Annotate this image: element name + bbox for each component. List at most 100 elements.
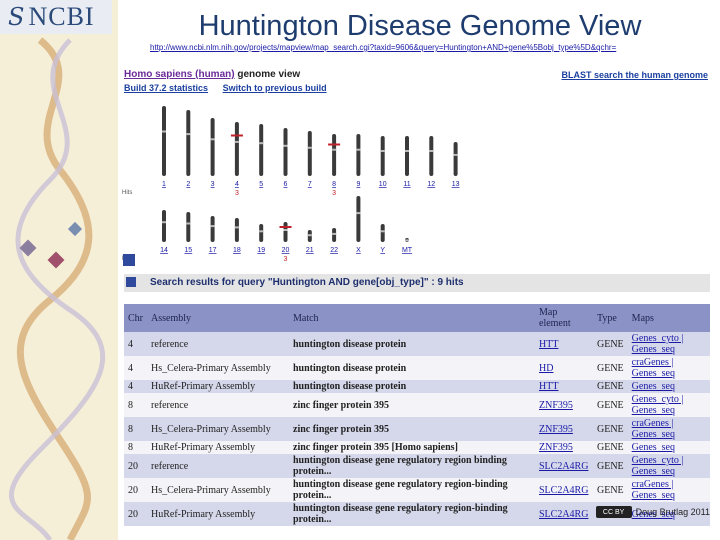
chromosome-5[interactable] (259, 124, 264, 176)
chromosome-label[interactable]: 11 (403, 181, 410, 188)
chromosome-1[interactable] (162, 106, 166, 176)
map-element-link-text[interactable]: SLC2A4RG (539, 509, 588, 520)
chromosome-7[interactable] (307, 131, 312, 176)
maps-links[interactable]: Genes_seq (627, 441, 710, 454)
table-row[interactable]: 4 HuRef-Primary Assembly huntington diseas… (124, 380, 710, 393)
maps-links[interactable]: Genes_cyto | Genes_seq (627, 332, 710, 356)
chromosome-label[interactable]: 3 (211, 181, 215, 188)
map-element-link-text[interactable]: HD (539, 363, 553, 374)
map-element-link[interactable]: SLC2A4RG (535, 454, 593, 478)
map-element-link-text[interactable]: ZNF395 (539, 400, 573, 411)
chromosome-3[interactable] (210, 118, 215, 176)
map-element-link[interactable]: ZNF395 (535, 417, 593, 441)
chromosome-label[interactable]: 12 (427, 181, 435, 188)
chromosome-label[interactable]: 4 (235, 181, 239, 188)
maps-links-text[interactable]: Genes_cyto | Genes_seq (632, 455, 684, 477)
table-row[interactable]: 4 reference huntington disease protein HTT G… (124, 332, 710, 356)
chromosome-label[interactable]: X (356, 247, 361, 254)
chromosome-label[interactable]: 6 (284, 181, 288, 188)
chromosome-20[interactable] (279, 222, 292, 242)
chromosome-label[interactable]: 2 (186, 181, 190, 188)
cc-license-badge[interactable]: CC BY (595, 506, 632, 518)
maps-links-text[interactable]: Genes_cyto | Genes_seq (632, 333, 684, 355)
chromosome-label[interactable]: 15 (184, 247, 192, 254)
maps-links-text[interactable]: Genes_cyto | Genes_seq (632, 394, 684, 416)
chromosome-21[interactable] (307, 230, 312, 242)
map-element-link[interactable]: HTT (535, 380, 593, 393)
map-element-link[interactable]: ZNF395 (535, 393, 593, 417)
chromosome-MT[interactable] (405, 238, 409, 242)
chromosome-label[interactable]: 7 (308, 181, 312, 188)
maps-links-text[interactable]: craGenes | Genes_seq (632, 418, 675, 440)
chromosome-label[interactable]: 8 (332, 181, 336, 188)
map-element-link-text[interactable]: HTT (539, 339, 558, 350)
chromosome-4[interactable] (230, 122, 243, 176)
map-element-link[interactable]: HD (535, 356, 593, 380)
maps-links[interactable]: Genes_cyto | Genes_seq (627, 393, 710, 417)
chromosome-8[interactable] (328, 134, 341, 176)
col-chr[interactable]: Chr (124, 304, 147, 332)
maps-links[interactable]: craGenes | Genes_seq (627, 356, 710, 380)
maps-links-text[interactable]: craGenes | Genes_seq (632, 479, 675, 501)
chromosome-label[interactable]: 17 (209, 247, 217, 254)
chromosome-12[interactable] (429, 136, 434, 176)
maps-links[interactable]: Genes_seq (627, 380, 710, 393)
table-row[interactable]: 20 reference huntington disease gene regul… (124, 454, 710, 478)
chromosome-label[interactable]: 1 (162, 181, 166, 188)
table-row[interactable]: 4 Hs_Celera-Primary Assembly huntington di… (124, 356, 710, 380)
col-assembly[interactable]: Assembly (147, 304, 289, 332)
table-row[interactable]: 20 Hs_Celera-Primary Assembly huntington d… (124, 478, 710, 502)
chromosome-label[interactable]: 9 (356, 181, 360, 188)
map-element-link[interactable]: HTT (535, 332, 593, 356)
chromosome-6[interactable] (283, 128, 288, 176)
col-map-element[interactable]: Map element (535, 304, 593, 332)
maps-links-text[interactable]: Genes_seq (632, 442, 675, 453)
chromosome-X[interactable] (356, 196, 361, 242)
map-element-link-text[interactable]: SLC2A4RG (539, 485, 588, 496)
source-url-link[interactable]: http://www.ncbi.nlm.nih.gov/projects/map… (150, 43, 710, 52)
col-type[interactable]: Type (593, 304, 628, 332)
maps-links-text[interactable]: Genes_seq (632, 381, 675, 392)
map-element-link[interactable]: ZNF395 (535, 441, 593, 454)
chromosome-19[interactable] (259, 224, 264, 242)
map-element-link[interactable]: SLC2A4RG (535, 478, 593, 502)
chromosome-14[interactable] (162, 210, 166, 242)
table-row[interactable]: 8 HuRef-Primary Assembly zinc finger prote… (124, 441, 710, 454)
table-row[interactable]: 8 reference zinc finger protein 395 ZNF395 G… (124, 393, 710, 417)
map-element-link-text[interactable]: HTT (539, 381, 558, 392)
table-row[interactable]: 8 Hs_Celera-Primary Assembly zinc finger p… (124, 417, 710, 441)
maps-links-text[interactable]: craGenes | Genes_seq (632, 357, 675, 379)
col-maps[interactable]: Maps (627, 304, 710, 332)
ncbi-logo[interactable]: S NCBI (0, 0, 112, 34)
chromosome-label[interactable]: 14 (160, 247, 168, 254)
map-element-link-text[interactable]: ZNF395 (539, 424, 573, 435)
chromosome-label[interactable]: 10 (379, 181, 387, 188)
chromosome-9[interactable] (356, 134, 361, 176)
chromosome-Y[interactable] (380, 224, 385, 242)
chromosome-10[interactable] (380, 136, 385, 176)
chromosome-11[interactable] (405, 136, 409, 176)
chromosome-22[interactable] (332, 228, 337, 242)
maps-links[interactable]: Genes_cyto | Genes_seq (627, 454, 710, 478)
chromosome-label[interactable]: 21 (306, 247, 314, 254)
chromosome-label[interactable]: 18 (233, 247, 241, 254)
chromosome-label[interactable]: MT (402, 247, 413, 254)
chromosome-17[interactable] (210, 216, 215, 242)
chromosome-label[interactable]: Y (380, 247, 385, 254)
chromosome-label[interactable]: 19 (257, 247, 265, 254)
chromosome-label[interactable]: 5 (259, 181, 263, 188)
karyotype-ideogram[interactable]: 1 2 3 435 6 7 839 10 11 12 13Hits14 15 17 18 19 20321 22… (118, 64, 714, 264)
map-element-link-text[interactable]: ZNF395 (539, 442, 573, 453)
map-element-link-text[interactable]: SLC2A4RG (539, 461, 588, 472)
chromosome-label[interactable]: 13 (452, 181, 460, 188)
chromosome-2[interactable] (186, 110, 191, 176)
chromosome-13[interactable] (453, 142, 458, 176)
col-match[interactable]: Match (289, 304, 535, 332)
chromosome-15[interactable] (186, 212, 191, 242)
chromosome-18[interactable] (234, 218, 239, 242)
maps-links[interactable]: craGenes | Genes_seq (627, 478, 710, 502)
maps-links[interactable]: craGenes | Genes_seq (627, 417, 710, 441)
chromosome-label[interactable]: 22 (330, 247, 338, 254)
chromosome-label[interactable]: 20 (282, 247, 290, 254)
map-element-link[interactable]: SLC2A4RG (535, 502, 593, 526)
